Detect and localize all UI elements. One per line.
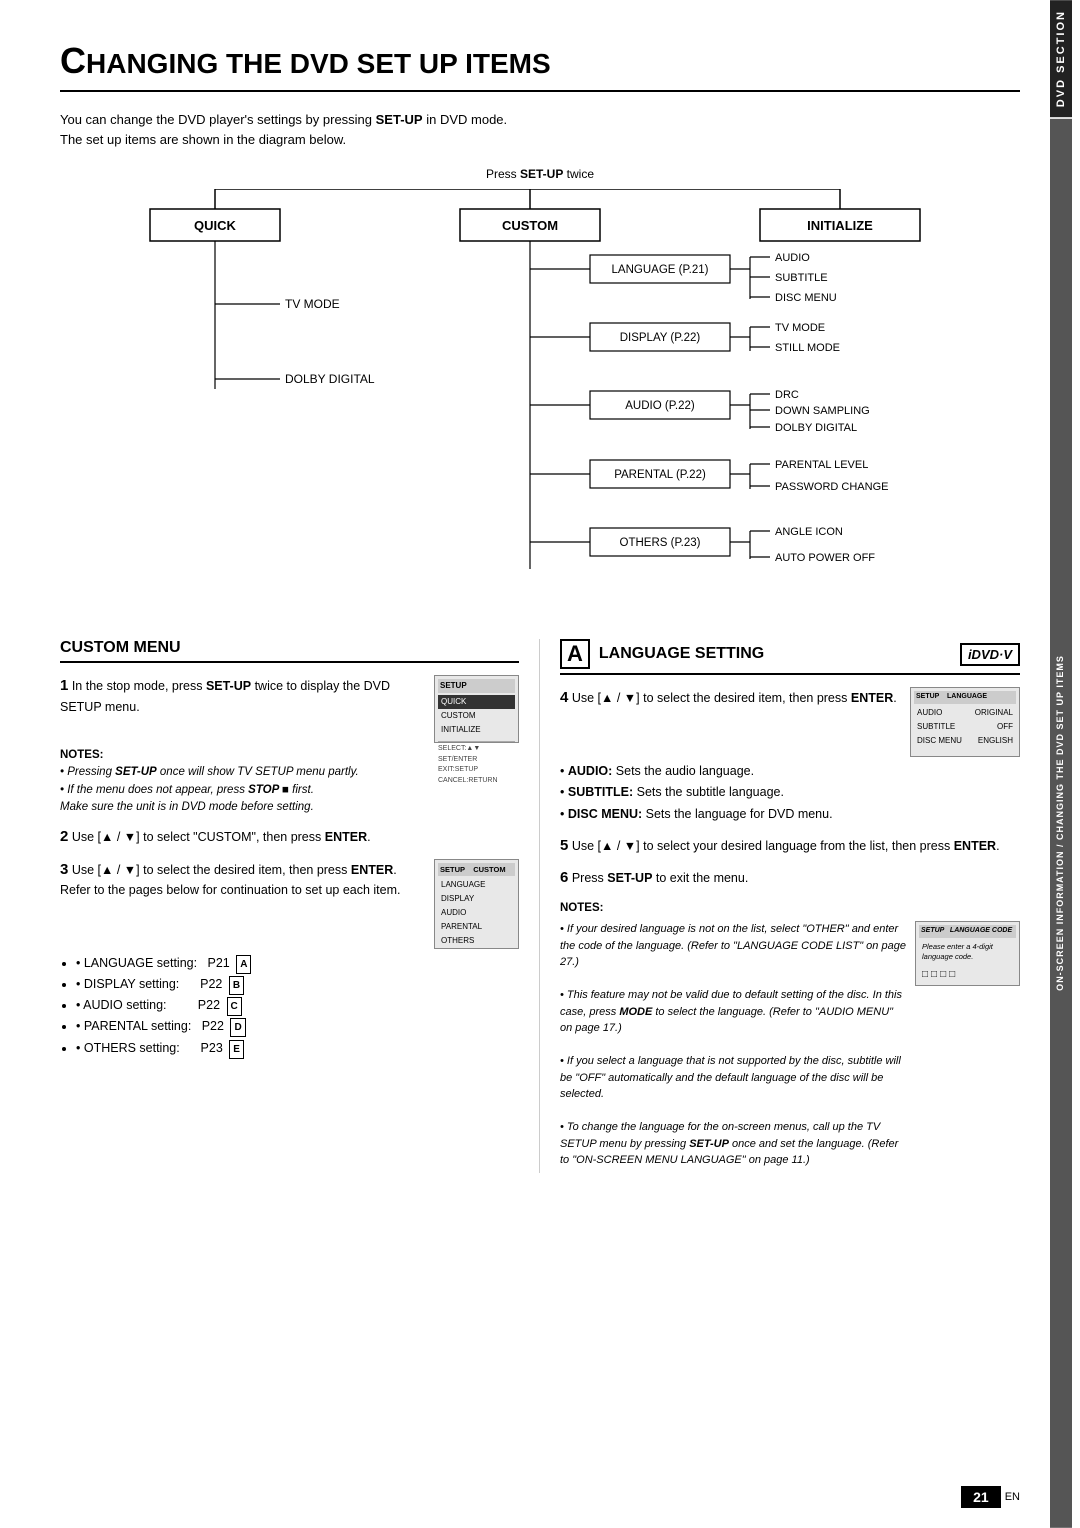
notes-right: NOTES: • If your desired language is not… (560, 900, 1020, 1169)
lang-title: A LANGUAGE SETTING (560, 639, 764, 669)
dvd-section-label: DVD SECTION (1050, 0, 1072, 117)
step3-num: 3 (60, 861, 68, 878)
step2-text: Use [▲ / ▼] to select "CUSTOM", then pre… (72, 830, 325, 844)
step-4: 4 Use [▲ / ▼] to select the desired item… (560, 687, 1020, 825)
step-1: 1 In the stop mode, press SET-UP twice t… (60, 675, 519, 816)
right-sidebar: DVD SECTION ON-SCREEN INFORMATION / CHAN… (1042, 0, 1080, 1528)
screen-lang-code-thumb: SETUP LANGUAGE CODE Please enter a 4-dig… (915, 921, 1020, 986)
step5-bold: ENTER (954, 839, 996, 853)
svg-text:DISC MENU: DISC MENU (775, 292, 837, 304)
step6-bold: SET-UP (607, 871, 652, 885)
bullet-item-others: • OTHERS setting: P23 E (76, 1038, 519, 1059)
svg-text:DISPLAY (P.22): DISPLAY (P.22) (620, 332, 701, 344)
svg-text:PARENTAL (P.22): PARENTAL (P.22) (614, 469, 706, 481)
step-5: 5 Use [▲ / ▼] to select your desired lan… (560, 835, 1020, 858)
screen-thumb-1: SETUP QUICK CUSTOM INITIALIZE SELECT:▲▼ … (434, 675, 519, 743)
svg-text:PARENTAL LEVEL: PARENTAL LEVEL (775, 459, 868, 471)
svg-text:TV MODE: TV MODE (285, 297, 340, 311)
step3-text1: Use [▲ / ▼] to select the desired item, … (72, 863, 351, 877)
intro-text-1: You can change the DVD player's settings… (60, 112, 1020, 127)
bottom-content: CUSTOM MENU 1 In the stop mode, press SE… (60, 639, 1020, 1173)
dvd-v-badge: iDVD·V (960, 643, 1020, 666)
step4-text1: Use [▲ / ▼] to select the desired item, … (572, 691, 851, 705)
svg-text:AUTO POWER OFF: AUTO POWER OFF (775, 552, 875, 564)
svg-text:STILL MODE: STILL MODE (775, 342, 840, 354)
badge-e: E (229, 1040, 244, 1059)
bullet-item-audio: • AUDIO setting: P22 C (76, 995, 519, 1016)
svg-text:PASSWORD CHANGE: PASSWORD CHANGE (775, 481, 888, 493)
title-rest: HANGING THE DVD SET UP ITEMS (86, 48, 551, 79)
intro1-bold: SET-UP (376, 112, 423, 127)
screen-thumb-2: SETUP CUSTOM LANGUAGE DISPLAY AUDIO PARE… (434, 859, 519, 949)
page-number: 21 (961, 1486, 1001, 1508)
svg-text:DOLBY DIGITAL: DOLBY DIGITAL (285, 372, 375, 386)
step4-num: 4 (560, 689, 568, 706)
step6-num: 6 (560, 869, 568, 886)
lang-title-text: LANGUAGE SETTING (599, 645, 764, 663)
step4-bold: ENTER (851, 691, 893, 705)
step1-bold: SET-UP (206, 679, 251, 693)
page-title: CHANGING THE DVD SET UP ITEMS (60, 40, 1020, 92)
svg-text:TV MODE: TV MODE (775, 322, 825, 334)
lang-bullet-audio: • AUDIO: Sets the audio language. (560, 761, 1020, 782)
step1-num: 1 (60, 677, 68, 694)
intro-text-2: The set up items are shown in the diagra… (60, 132, 1020, 147)
badge-a-lang: A (560, 639, 590, 669)
svg-text:LANGUAGE (P.21): LANGUAGE (P.21) (612, 264, 709, 276)
svg-text:AUDIO: AUDIO (775, 252, 810, 264)
en-label: EN (1005, 1491, 1020, 1503)
custom-menu-title: CUSTOM MENU (60, 639, 519, 663)
step5-num: 5 (560, 837, 568, 854)
svg-text:AUDIO (P.22): AUDIO (P.22) (625, 400, 695, 412)
step2-bold: ENTER (325, 830, 367, 844)
diagram-container: Press SET-UP twice QUICK CUSTOM (130, 167, 950, 609)
svg-text:OTHERS (P.23): OTHERS (P.23) (620, 537, 701, 549)
badge-d: D (230, 1018, 245, 1037)
sidebar-long-label: ON-SCREEN INFORMATION / CHANGING THE DVD… (1050, 119, 1072, 1528)
step2-num: 2 (60, 828, 68, 845)
language-section: A LANGUAGE SETTING iDVD·V 4 Use [▲ / ▼] … (540, 639, 1020, 1173)
step6-text1: Press (572, 871, 607, 885)
svg-text:DRC: DRC (775, 389, 799, 401)
svg-text:ANGLE ICON: ANGLE ICON (775, 526, 843, 538)
notes-right-title: NOTES: (560, 902, 603, 914)
notes-title-1: NOTES: (60, 749, 103, 761)
intro1-end: in DVD mode. (423, 112, 508, 127)
title-big-c: C (60, 40, 86, 81)
page-container: DVD SECTION ON-SCREEN INFORMATION / CHAN… (0, 0, 1080, 1528)
step3-bold: ENTER (351, 863, 393, 877)
badge-a: A (236, 955, 251, 974)
bullet-item-display: • DISPLAY setting: P22 B (76, 974, 519, 995)
badge-b: B (229, 976, 244, 995)
diagram-svg: QUICK CUSTOM INITIALIZE TV MODE DOLBY DI… (130, 189, 950, 609)
svg-text:CUSTOM: CUSTOM (502, 218, 558, 233)
page-number-bar: 21 EN (961, 1486, 1020, 1508)
step5-text1: Use [▲ / ▼] to select your desired langu… (572, 839, 954, 853)
lang-bullet-subtitle: • SUBTITLE: Sets the subtitle language. (560, 782, 1020, 803)
intro1-start: You can change the DVD player's settings… (60, 112, 376, 127)
lang-bullet-disc: • DISC MENU: Sets the language for DVD m… (560, 804, 1020, 825)
step-2: 2 Use [▲ / ▼] to select "CUSTOM", then p… (60, 826, 519, 849)
lang-bullets-4: • AUDIO: Sets the audio language. • SUBT… (560, 761, 1020, 825)
svg-text:QUICK: QUICK (194, 218, 237, 233)
badge-c: C (227, 997, 242, 1016)
press-setup-label: Press SET-UP twice (130, 167, 950, 181)
bullet-item-language: • LANGUAGE setting: P21 A (76, 953, 519, 974)
custom-menu-section: CUSTOM MENU 1 In the stop mode, press SE… (60, 639, 540, 1173)
step1-text1: In the stop mode, press (72, 679, 206, 693)
svg-text:SUBTITLE: SUBTITLE (775, 272, 828, 284)
svg-text:INITIALIZE: INITIALIZE (807, 218, 873, 233)
step-6: 6 Press SET-UP to exit the menu. (560, 867, 1020, 890)
screen-lang-thumb: SETUP LANGUAGE AUDIOORIGINAL SUBTITLEOFF… (910, 687, 1020, 757)
bullet-item-parental: • PARENTAL setting: P22 D (76, 1016, 519, 1037)
svg-text:DOWN SAMPLING: DOWN SAMPLING (775, 405, 870, 417)
lang-section-header: A LANGUAGE SETTING iDVD·V (560, 639, 1020, 675)
step-3: 3 Use [▲ / ▼] to select the desired item… (60, 859, 519, 1059)
svg-text:DOLBY DIGITAL: DOLBY DIGITAL (775, 422, 857, 434)
step3-text2: Refer to the pages below for continuatio… (60, 883, 401, 897)
bullet-list: • LANGUAGE setting: P21 A • DISPLAY sett… (76, 953, 519, 1059)
